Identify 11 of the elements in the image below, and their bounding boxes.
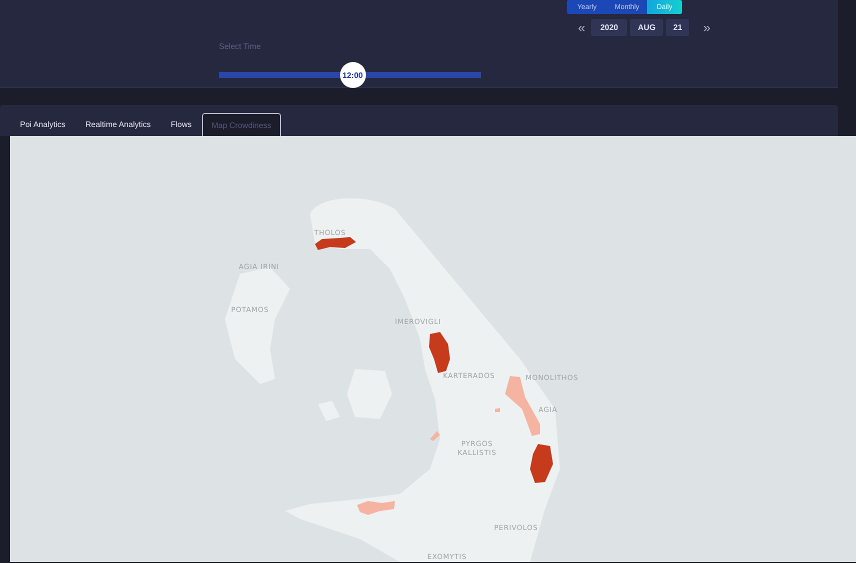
slider-label: Select Time (219, 42, 262, 51)
year-field[interactable]: 2020 (591, 19, 628, 36)
time-slider-track[interactable]: 12:00 (219, 62, 481, 88)
tab[interactable]: Realtime Analytics (75, 113, 161, 136)
next-button[interactable]: » (700, 20, 714, 35)
month-field[interactable]: AUG (630, 19, 664, 36)
previous-button[interactable]: « (575, 20, 588, 35)
day-field[interactable]: 21 (666, 19, 690, 36)
time-slider-thumb[interactable]: 12:00 (340, 62, 366, 88)
tab[interactable]: Flows (160, 113, 202, 136)
tab[interactable]: Poi Analytics (10, 113, 76, 136)
